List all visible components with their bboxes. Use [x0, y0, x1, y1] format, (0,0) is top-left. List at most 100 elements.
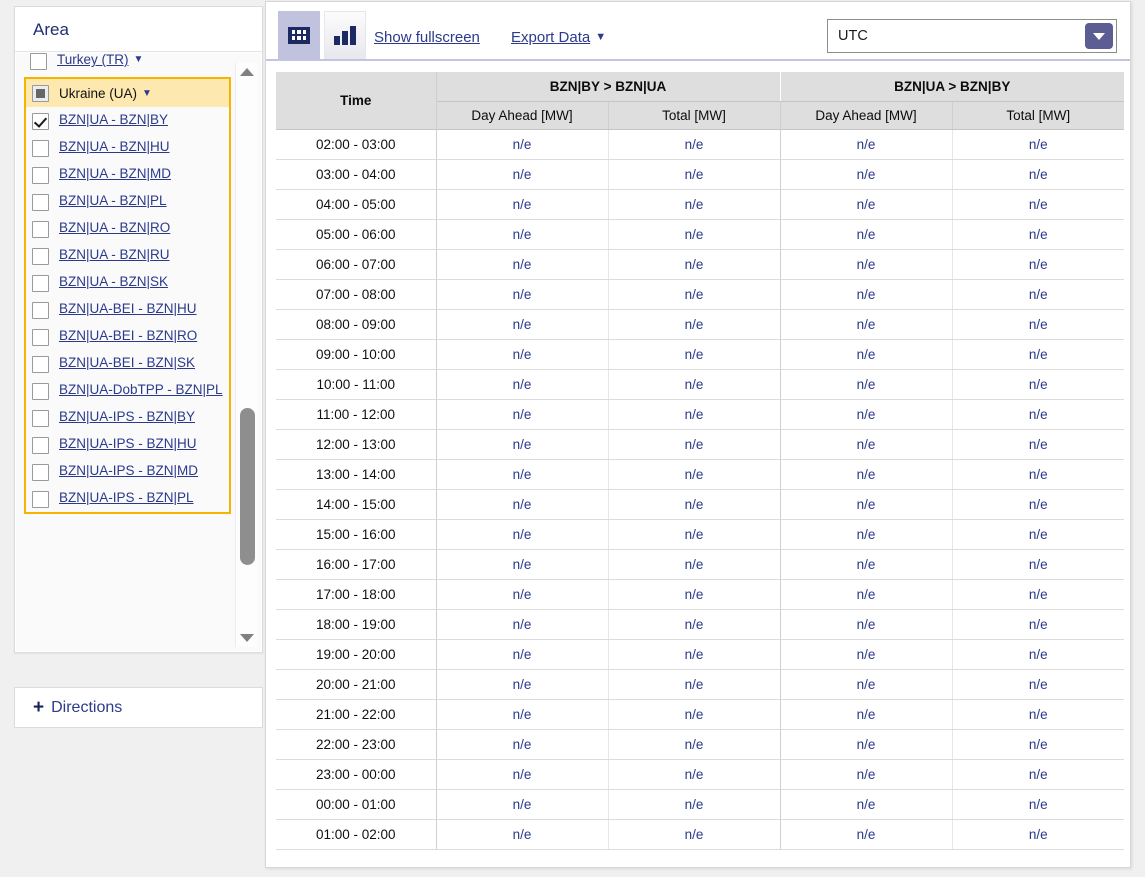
area-row-label[interactable]: Turkey (TR)	[57, 53, 129, 67]
area-row-label[interactable]: BZN|UA - BZN|PL	[59, 192, 167, 209]
area-checkbox[interactable]	[32, 221, 49, 238]
chevron-down-icon[interactable]: ▼	[142, 88, 152, 99]
area-checkbox[interactable]	[30, 53, 47, 70]
area-row-item[interactable]: BZN|UA-IPS - BZN|MD	[26, 458, 229, 485]
cell-value: n/e	[779, 789, 952, 820]
scroll-down-icon[interactable]	[239, 631, 255, 645]
transfer-capacity-table: Time BZN|BY > BZN|UA BZN|UA > BZN|BY Day…	[276, 72, 1124, 850]
cell-time: 23:00 - 00:00	[276, 759, 437, 790]
area-checkbox[interactable]	[32, 464, 49, 481]
area-checkbox[interactable]	[32, 383, 49, 400]
cell-time: 07:00 - 08:00	[276, 279, 437, 310]
tab-table-view[interactable]	[278, 11, 320, 59]
area-row-item[interactable]: BZN|UA-IPS - BZN|HU	[26, 431, 229, 458]
area-row-label[interactable]: BZN|UA-IPS - BZN|HU	[59, 435, 197, 452]
area-panel-title: Area	[15, 7, 262, 52]
area-checkbox[interactable]	[32, 437, 49, 454]
cell-time: 10:00 - 11:00	[276, 369, 437, 400]
area-group-header[interactable]: Ukraine (UA) ▼	[26, 79, 229, 107]
tab-chart-view[interactable]	[324, 11, 366, 59]
cell-value: n/e	[607, 489, 780, 520]
scroll-up-icon[interactable]	[239, 65, 255, 79]
col-header-time: Time	[276, 72, 437, 130]
cell-value: n/e	[435, 609, 608, 640]
area-row-item[interactable]: BZN|UA-IPS - BZN|BY	[26, 404, 229, 431]
table-row: 01:00 - 02:00 n/e n/e n/e n/e	[276, 819, 1124, 850]
area-row-item[interactable]: BZN|UA - BZN|BY	[26, 107, 229, 134]
area-row-label[interactable]: BZN|UA - BZN|MD	[59, 165, 171, 182]
area-row-label[interactable]: BZN|UA-BEI - BZN|RO	[59, 327, 197, 344]
area-row-label[interactable]: BZN|UA-IPS - BZN|BY	[59, 408, 195, 425]
table-row: 23:00 - 00:00 n/e n/e n/e n/e	[276, 759, 1124, 790]
chevron-down-icon[interactable]	[1085, 23, 1113, 49]
area-checkbox[interactable]	[32, 356, 49, 373]
area-row-ungrouped-0[interactable]: Turkey (TR) ▼	[16, 53, 247, 77]
cell-value: n/e	[779, 309, 952, 340]
area-row-item[interactable]: BZN|UA-BEI - BZN|SK	[26, 350, 229, 377]
area-row-item[interactable]: BZN|UA - BZN|MD	[26, 161, 229, 188]
col-header-g1-c0: Day Ahead [MW]	[779, 100, 952, 130]
cell-time: 04:00 - 05:00	[276, 189, 437, 220]
cell-value: n/e	[779, 369, 952, 400]
cell-value: n/e	[779, 189, 952, 220]
area-row-label[interactable]: BZN|UA - BZN|BY	[59, 111, 168, 128]
area-checkbox[interactable]	[32, 248, 49, 265]
cell-value: n/e	[951, 399, 1124, 430]
area-row-label[interactable]: BZN|UA - BZN|SK	[59, 273, 168, 290]
show-fullscreen-link[interactable]: Show fullscreen	[374, 29, 480, 46]
area-checkbox[interactable]	[32, 410, 49, 427]
area-row-item[interactable]: BZN|UA-IPS - BZN|PL	[26, 485, 229, 512]
cell-value: n/e	[779, 249, 952, 280]
area-row-label[interactable]: BZN|UA-IPS - BZN|PL	[59, 489, 194, 506]
area-checkbox[interactable]	[32, 302, 49, 319]
table-row: 05:00 - 06:00 n/e n/e n/e n/e	[276, 219, 1124, 250]
area-row-item[interactable]: BZN|UA-BEI - BZN|RO	[26, 323, 229, 350]
table-row: 13:00 - 14:00 n/e n/e n/e n/e	[276, 459, 1124, 490]
cell-value: n/e	[435, 339, 608, 370]
area-row-item[interactable]: BZN|UA-DobTPP - BZN|PL	[26, 377, 229, 404]
scrollbar-thumb[interactable]	[240, 408, 255, 565]
col-header-g1-c1: Total [MW]	[951, 100, 1124, 130]
table-row: 20:00 - 21:00 n/e n/e n/e n/e	[276, 669, 1124, 700]
chevron-down-icon[interactable]: ▼	[134, 54, 144, 65]
cell-value: n/e	[779, 609, 952, 640]
table-row: 06:00 - 07:00 n/e n/e n/e n/e	[276, 249, 1124, 280]
area-checkbox[interactable]	[32, 140, 49, 157]
area-row-label[interactable]: BZN|UA-BEI - BZN|HU	[59, 300, 197, 317]
area-row-item[interactable]: BZN|UA-BEI - BZN|HU	[26, 296, 229, 323]
cell-time: 00:00 - 01:00	[276, 789, 437, 820]
cell-value: n/e	[951, 609, 1124, 640]
cell-time: 22:00 - 23:00	[276, 729, 437, 760]
timezone-select[interactable]: UTC	[827, 19, 1117, 53]
area-row-label[interactable]: BZN|UA-DobTPP - BZN|PL	[59, 381, 223, 398]
area-row-item[interactable]: BZN|UA - BZN|PL	[26, 188, 229, 215]
area-checkbox[interactable]	[32, 113, 49, 130]
area-row-item[interactable]: BZN|UA - BZN|RU	[26, 242, 229, 269]
area-row-label[interactable]: BZN|UA - BZN|HU	[59, 138, 170, 155]
area-checkbox[interactable]	[32, 329, 49, 346]
directions-panel[interactable]: + Directions	[14, 687, 263, 728]
table-row: 03:00 - 04:00 n/e n/e n/e n/e	[276, 159, 1124, 190]
area-checkbox[interactable]	[32, 194, 49, 211]
cell-value: n/e	[779, 489, 952, 520]
area-row-item[interactable]: BZN|UA - BZN|RO	[26, 215, 229, 242]
area-row-item[interactable]: BZN|UA - BZN|SK	[26, 269, 229, 296]
sidebar-scrollbar[interactable]	[235, 63, 257, 647]
export-data-link[interactable]: Export Data ▼	[511, 29, 606, 46]
area-row-label[interactable]: BZN|UA-IPS - BZN|MD	[59, 462, 198, 479]
area-row-label[interactable]: BZN|UA - BZN|RO	[59, 219, 170, 236]
cell-value: n/e	[951, 519, 1124, 550]
cell-value: n/e	[779, 549, 952, 580]
cell-time: 16:00 - 17:00	[276, 549, 437, 580]
cell-value: n/e	[607, 789, 780, 820]
area-group-ukraine: Ukraine (UA) ▼ BZN|UA - BZN|BY BZN|UA - B…	[24, 77, 231, 514]
area-checkbox[interactable]	[32, 491, 49, 508]
cell-value: n/e	[435, 399, 608, 430]
area-checkbox[interactable]	[32, 275, 49, 292]
cell-value: n/e	[951, 339, 1124, 370]
group-checkbox-partial[interactable]	[32, 84, 49, 102]
area-row-label[interactable]: BZN|UA - BZN|RU	[59, 246, 170, 263]
area-row-label[interactable]: BZN|UA-BEI - BZN|SK	[59, 354, 195, 371]
area-checkbox[interactable]	[32, 167, 49, 184]
area-row-item[interactable]: BZN|UA - BZN|HU	[26, 134, 229, 161]
